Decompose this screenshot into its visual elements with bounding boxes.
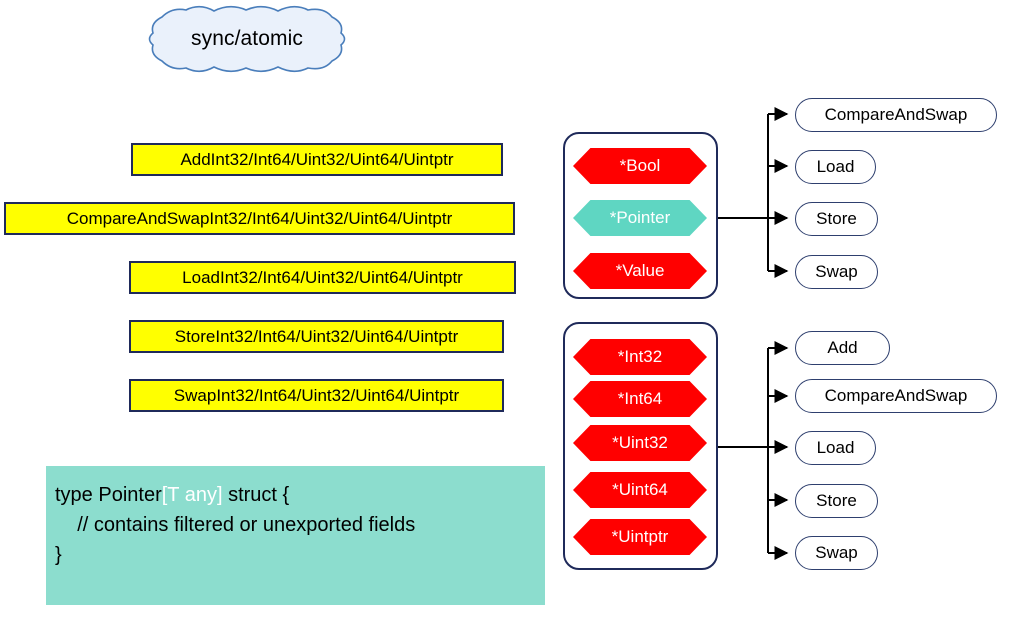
- method-pill-swap-1[interactable]: Swap: [795, 255, 878, 289]
- code-line-1-prefix: type Pointer: [55, 484, 162, 506]
- method-pill-load-1[interactable]: Load: [795, 150, 876, 184]
- package-cloud: sync/atomic: [138, 5, 356, 73]
- type-chevron-int32[interactable]: *Int32: [573, 339, 707, 375]
- method-pill-compareandswap-2[interactable]: CompareAndSwap: [795, 379, 997, 413]
- code-line-1-suffix: struct {: [222, 484, 290, 506]
- method-pill-store-1[interactable]: Store: [795, 202, 878, 236]
- type-chevron-value[interactable]: *Value: [573, 253, 707, 289]
- type-chevron-uint64[interactable]: *Uint64: [573, 472, 707, 508]
- method-pill-compareandswap-1[interactable]: CompareAndSwap: [795, 98, 997, 132]
- code-snippet: type Pointer[T any] struct { // contains…: [46, 466, 545, 605]
- code-generic-param: [T any]: [161, 484, 223, 506]
- code-line-2: // contains filtered or unexported field…: [55, 514, 416, 536]
- type-chevron-pointer[interactable]: *Pointer: [573, 200, 707, 236]
- diagram-canvas: sync/atomic AddInt32/Int64/Uint32/Uint64…: [0, 0, 1020, 620]
- function-box-store[interactable]: StoreInt32/Int64/Uint32/Uint64/Uintptr: [129, 320, 504, 353]
- method-pill-swap-2[interactable]: Swap: [795, 536, 878, 570]
- type-chevron-int64[interactable]: *Int64: [573, 381, 707, 417]
- function-box-compareandswap[interactable]: CompareAndSwapInt32/Int64/Uint32/Uint64/…: [4, 202, 515, 235]
- type-chevron-uintptr[interactable]: *Uintptr: [573, 519, 707, 555]
- function-box-add[interactable]: AddInt32/Int64/Uint32/Uint64/Uintptr: [131, 143, 503, 176]
- package-name: sync/atomic: [191, 27, 303, 50]
- function-box-swap[interactable]: SwapInt32/Int64/Uint32/Uint64/Uintptr: [129, 379, 504, 412]
- code-line-3: }: [55, 544, 62, 566]
- method-pill-store-2[interactable]: Store: [795, 484, 878, 518]
- type-chevron-uint32[interactable]: *Uint32: [573, 425, 707, 461]
- type-chevron-bool[interactable]: *Bool: [573, 148, 707, 184]
- method-pill-load-2[interactable]: Load: [795, 431, 876, 465]
- method-pill-add-2[interactable]: Add: [795, 331, 890, 365]
- function-box-load[interactable]: LoadInt32/Int64/Uint32/Uint64/Uintptr: [129, 261, 516, 294]
